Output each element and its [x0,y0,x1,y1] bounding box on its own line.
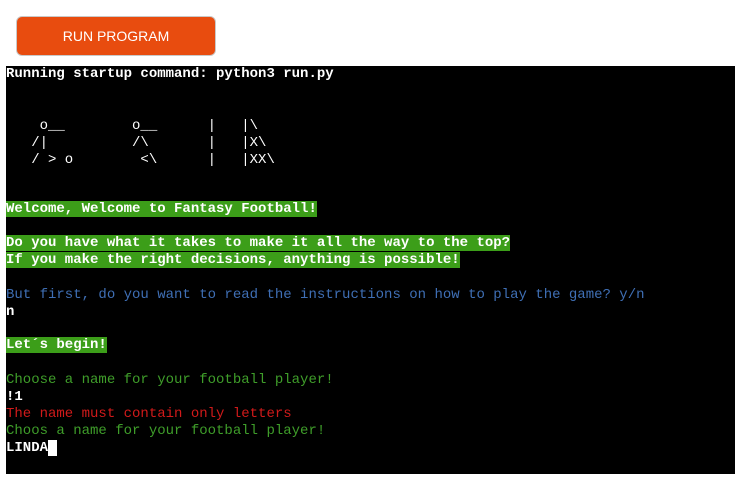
text-cursor [48,440,58,456]
instructions-answer: n [6,304,15,320]
begin-text: Let´s begin! [6,337,107,353]
name-input-2[interactable]: LINDA [6,440,48,456]
name-prompt-2: Choos a name for your football player! [6,423,326,439]
intro-line-2: If you make the right decisions, anythin… [6,252,460,269]
terminal[interactable]: Running startup command: python3 run.py … [6,66,735,474]
instructions-prompt: But first, do you want to read the instr… [6,287,645,303]
run-program-button[interactable]: RUN PROGRAM [16,16,216,56]
ascii-art-line-2: /| /\ | |X\ [6,135,267,151]
welcome-line: Welcome, Welcome to Fantasy Football! [6,201,317,218]
name-input-line[interactable]: LINDA [6,440,58,457]
begin-line: Let´s begin! [6,337,107,354]
welcome-text: Welcome, Welcome to Fantasy Football! [6,201,317,217]
name-error: The name must contain only letters [6,406,292,422]
intro-text-2: If you make the right decisions, anythin… [6,252,460,268]
ascii-art-line-3: / > o <\ | |XX\ [6,152,275,168]
intro-text-1: Do you have what it takes to make it all… [6,235,511,251]
name-input-1: !1 [6,389,23,405]
ascii-art-line-1: o__ o__ | |\ [6,118,259,134]
name-prompt-1: Choose a name for your football player! [6,372,334,388]
startup-command-line: Running startup command: python3 run.py [6,66,334,82]
intro-line-1: Do you have what it takes to make it all… [6,235,511,252]
